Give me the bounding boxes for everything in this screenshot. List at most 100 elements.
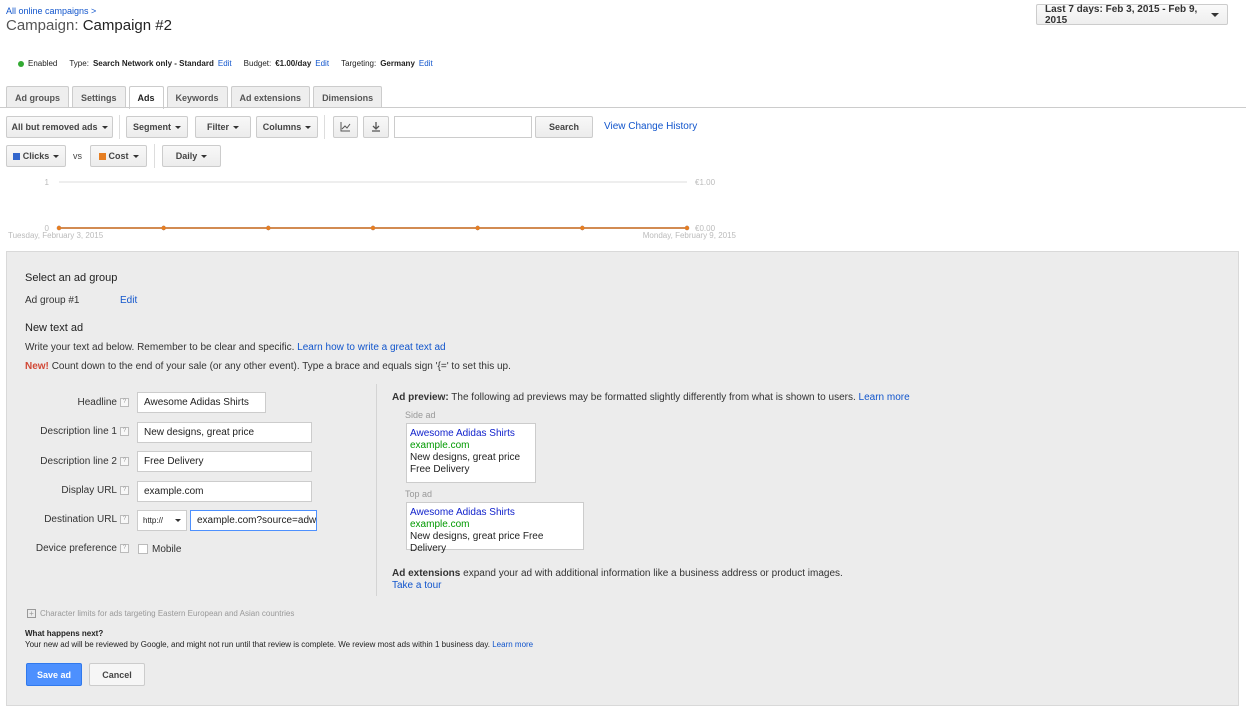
tab-ad-groups[interactable]: Ad groups [6, 86, 69, 108]
tab-ads[interactable]: Ads [128, 86, 164, 109]
side-ad-label: Side ad [405, 410, 436, 420]
chevron-down-icon [233, 125, 239, 129]
toolbar-divider [324, 115, 325, 139]
tab-dimensions[interactable]: Dimensions [313, 86, 383, 108]
search-button[interactable]: Search [535, 116, 593, 138]
chevron-down-icon [201, 154, 208, 158]
help-icon[interactable]: ? [120, 427, 129, 436]
budget-label: Budget: [243, 59, 272, 68]
tab-bar: Ad groups Settings Ads Keywords Ad exten… [6, 86, 383, 109]
what-happens-next-title: What happens next? [25, 629, 104, 638]
data-point-cost[interactable] [56, 225, 62, 231]
review-learn-more-link[interactable]: Learn more [492, 640, 533, 649]
mobile-checkbox[interactable] [138, 544, 148, 554]
granularity-label: Daily [175, 151, 198, 161]
performance-chart: 1 0 €1.00 €0.00 Tuesday, February 3, 201… [8, 178, 737, 240]
ads-scope-filter-label: All but removed ads [11, 122, 98, 132]
breadcrumb[interactable]: All online campaigns > [6, 6, 96, 16]
metric1-label: Clicks [22, 151, 50, 161]
edit-type-link[interactable]: Edit [218, 59, 232, 68]
top-ad-label: Top ad [405, 489, 433, 499]
help-icon[interactable]: ? [120, 515, 129, 524]
segment-label: Segment [132, 122, 171, 132]
granularity-selector[interactable]: Daily [162, 145, 221, 167]
view-change-history-link[interactable]: View Change History [604, 121, 697, 132]
description2-label: Description line 2 [40, 456, 117, 467]
display-url-field[interactable]: example.com [137, 481, 312, 502]
help-icon[interactable]: ? [120, 457, 129, 466]
chevron-down-icon [305, 125, 312, 129]
device-preference-label: Device preference [35, 543, 117, 554]
ad-extensions-title: Ad extensions [392, 568, 461, 579]
cost-color-swatch [98, 152, 106, 160]
data-point-cost[interactable] [161, 225, 166, 231]
top-ad-preview: Awesome Adidas Shirts example.com New de… [406, 502, 584, 554]
data-point-cost[interactable] [475, 225, 480, 231]
metric1-selector[interactable]: Clicks [6, 145, 66, 167]
download-icon [372, 122, 380, 132]
left-axis-tick-top: 1 [45, 178, 50, 187]
top-ad-url: example.com [410, 519, 470, 530]
edit-ad-group-link[interactable]: Edit [120, 295, 137, 306]
help-icon[interactable]: ? [120, 486, 129, 495]
page-title: Campaign: Campaign #2 [6, 17, 172, 34]
type-label: Type: [69, 59, 89, 68]
description1-field[interactable]: New designs, great price [137, 422, 312, 443]
ad-preview-learn-more-link[interactable]: Learn more [859, 392, 910, 403]
series-layer [56, 225, 690, 231]
char-limits-expander[interactable]: + Character limits for ads targeting Eas… [27, 609, 294, 618]
new-ad-panel: Select an ad group Ad group #1 Edit New … [6, 251, 1239, 706]
tab-divider [0, 107, 1246, 108]
chevron-down-icon [101, 125, 108, 129]
search-input[interactable] [394, 116, 532, 138]
chevron-down-icon [132, 154, 139, 158]
enabled-status-icon [18, 60, 24, 67]
filter-button[interactable]: Filter [195, 116, 251, 138]
edit-budget-link[interactable]: Edit [315, 59, 329, 68]
targeting-value: Germany [380, 59, 415, 68]
segment-button[interactable]: Segment [126, 116, 188, 138]
tab-keywords[interactable]: Keywords [166, 86, 228, 108]
learn-text-ad-link[interactable]: Learn how to write a great text ad [297, 342, 445, 353]
cancel-button[interactable]: Cancel [89, 663, 145, 686]
chevron-down-icon [1211, 12, 1219, 17]
side-ad-preview: Awesome Adidas Shirts example.com New de… [406, 423, 536, 483]
date-range-label: Last 7 days: Feb 3, 2015 - Feb 9, 2015 [1045, 3, 1198, 26]
description2-field[interactable]: Free Delivery [137, 451, 312, 472]
help-icon[interactable]: ? [120, 544, 129, 553]
ad-preview-text: The following ad previews may be formatt… [451, 392, 856, 403]
take-a-tour-link[interactable]: Take a tour [392, 580, 441, 591]
tab-settings[interactable]: Settings [72, 86, 126, 108]
filter-label: Filter [206, 122, 229, 132]
destination-url-field[interactable]: example.com?source=adw [190, 510, 317, 531]
columns-button[interactable]: Columns [256, 116, 318, 138]
data-point-cost[interactable] [580, 225, 585, 231]
protocol-select[interactable]: http:// [137, 510, 187, 531]
ads-scope-filter-button[interactable]: All but removed ads [6, 116, 113, 138]
tab-ad-extensions[interactable]: Ad extensions [230, 86, 311, 108]
date-range-selector[interactable]: Last 7 days: Feb 3, 2015 - Feb 9, 2015 [1036, 3, 1228, 26]
data-point-cost[interactable] [370, 225, 376, 231]
data-point-cost[interactable] [684, 225, 690, 231]
description1-label: Description line 1 [40, 426, 117, 437]
toolbar-divider [119, 115, 120, 139]
chart-start-date: Tuesday, February 3, 2015 [8, 231, 104, 240]
clicks-color-swatch [12, 152, 20, 160]
destination-url-label: Destination URL [44, 514, 117, 525]
chart-end-date: Monday, February 9, 2015 [643, 231, 737, 240]
chevron-down-icon [175, 125, 181, 129]
data-point-cost[interactable] [266, 225, 271, 231]
edit-targeting-link[interactable]: Edit [419, 59, 433, 68]
top-ad-desc: New designs, great price Free Delivery [410, 531, 544, 554]
headline-field[interactable]: Awesome Adidas Shirts [137, 392, 266, 413]
top-ad-headline: Awesome Adidas Shirts [410, 507, 515, 518]
review-info-text: Your new ad will be reviewed by Google, … [25, 640, 490, 649]
display-url-label: Display URL [61, 485, 117, 496]
help-icon[interactable]: ? [120, 398, 129, 407]
side-ad-desc2: Free Delivery [410, 464, 470, 475]
save-ad-button[interactable]: Save ad [26, 663, 82, 686]
instructions-line: Write your text ad below. Remember to be… [25, 342, 446, 353]
download-report-button[interactable] [363, 116, 389, 138]
toggle-graph-button[interactable] [333, 116, 358, 138]
metric2-selector[interactable]: Cost [90, 145, 147, 167]
